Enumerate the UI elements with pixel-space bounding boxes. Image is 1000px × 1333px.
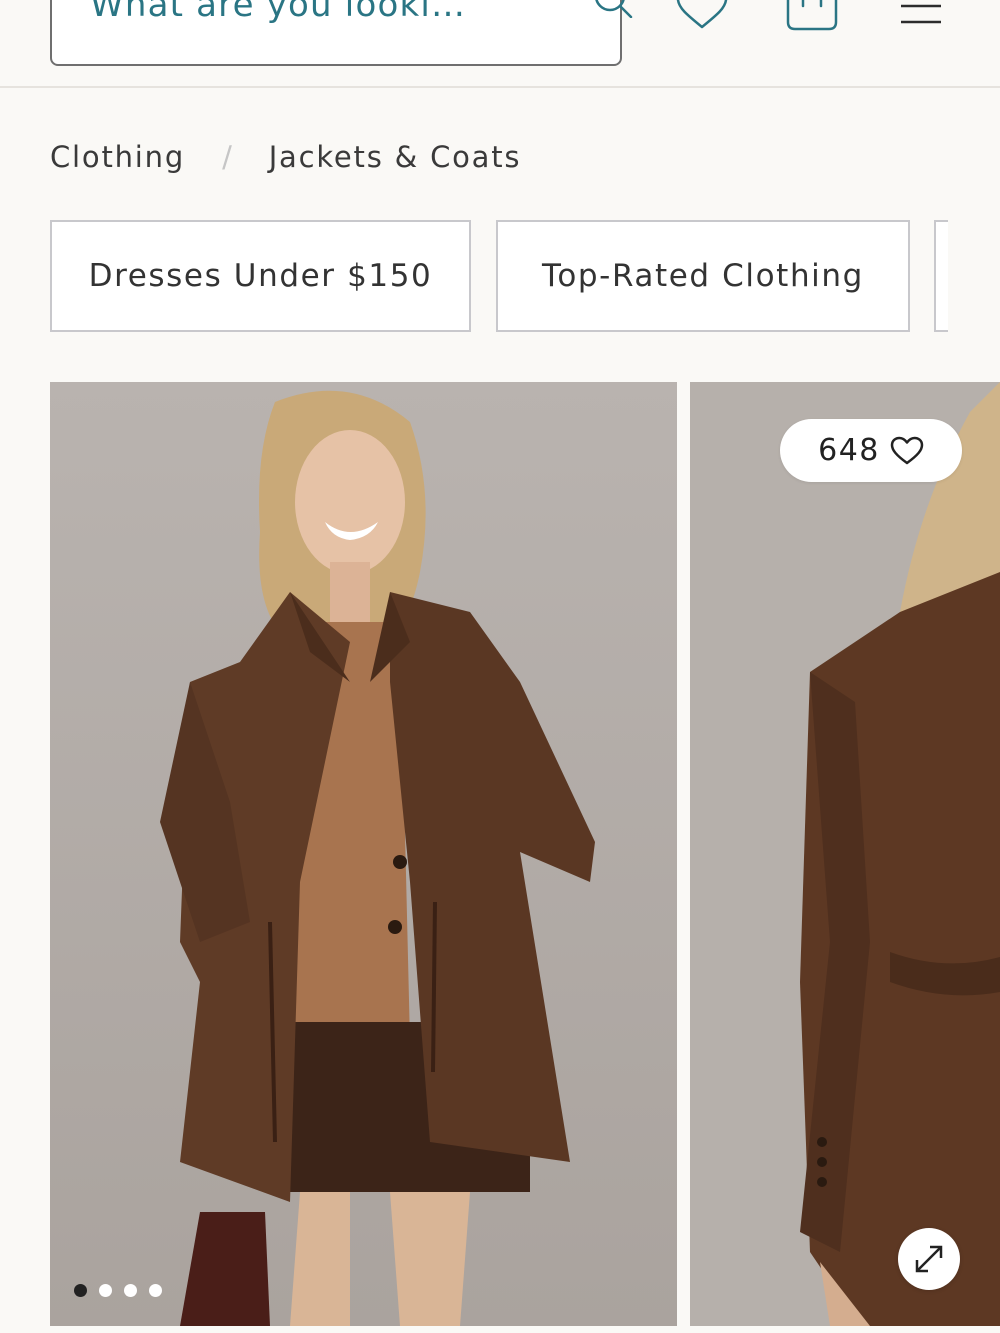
model-back-illustration [690,382,1000,1326]
heart-icon [890,436,924,464]
expand-icon [915,1245,943,1273]
carousel-dot-3[interactable] [124,1284,137,1297]
product-image-back[interactable] [690,382,1000,1326]
header: What are you looki… [0,0,1000,88]
heart-icon[interactable] [676,0,728,30]
likes-badge[interactable]: 648 [780,419,962,482]
carousel-dots [74,1284,162,1297]
carousel-dot-1[interactable] [74,1284,87,1297]
menu-icon[interactable] [900,2,942,26]
breadcrumb-separator: / [222,140,234,174]
search-icon[interactable] [592,0,634,18]
breadcrumb: Clothing / Jackets & Coats [50,140,521,184]
expand-image-button[interactable] [898,1228,960,1290]
breadcrumb-item-clothing[interactable]: Clothing [50,140,185,174]
search-input[interactable]: What are you looki… [50,0,633,66]
product-image-front[interactable] [50,382,677,1326]
model-front-illustration [50,382,677,1326]
carousel-dot-2[interactable] [99,1284,112,1297]
search-placeholder: What are you looki… [90,0,467,25]
likes-count: 648 [818,433,880,468]
breadcrumb-item-jackets-coats[interactable]: Jackets & Coats [269,140,522,174]
chip-fade-overlay [948,215,1000,337]
carousel-dot-4[interactable] [149,1284,162,1297]
chip-top-rated-clothing[interactable]: Top-Rated Clothing [496,220,910,332]
bag-icon[interactable] [785,0,839,32]
chip-dresses-under-150[interactable]: Dresses Under $150 [50,220,471,332]
